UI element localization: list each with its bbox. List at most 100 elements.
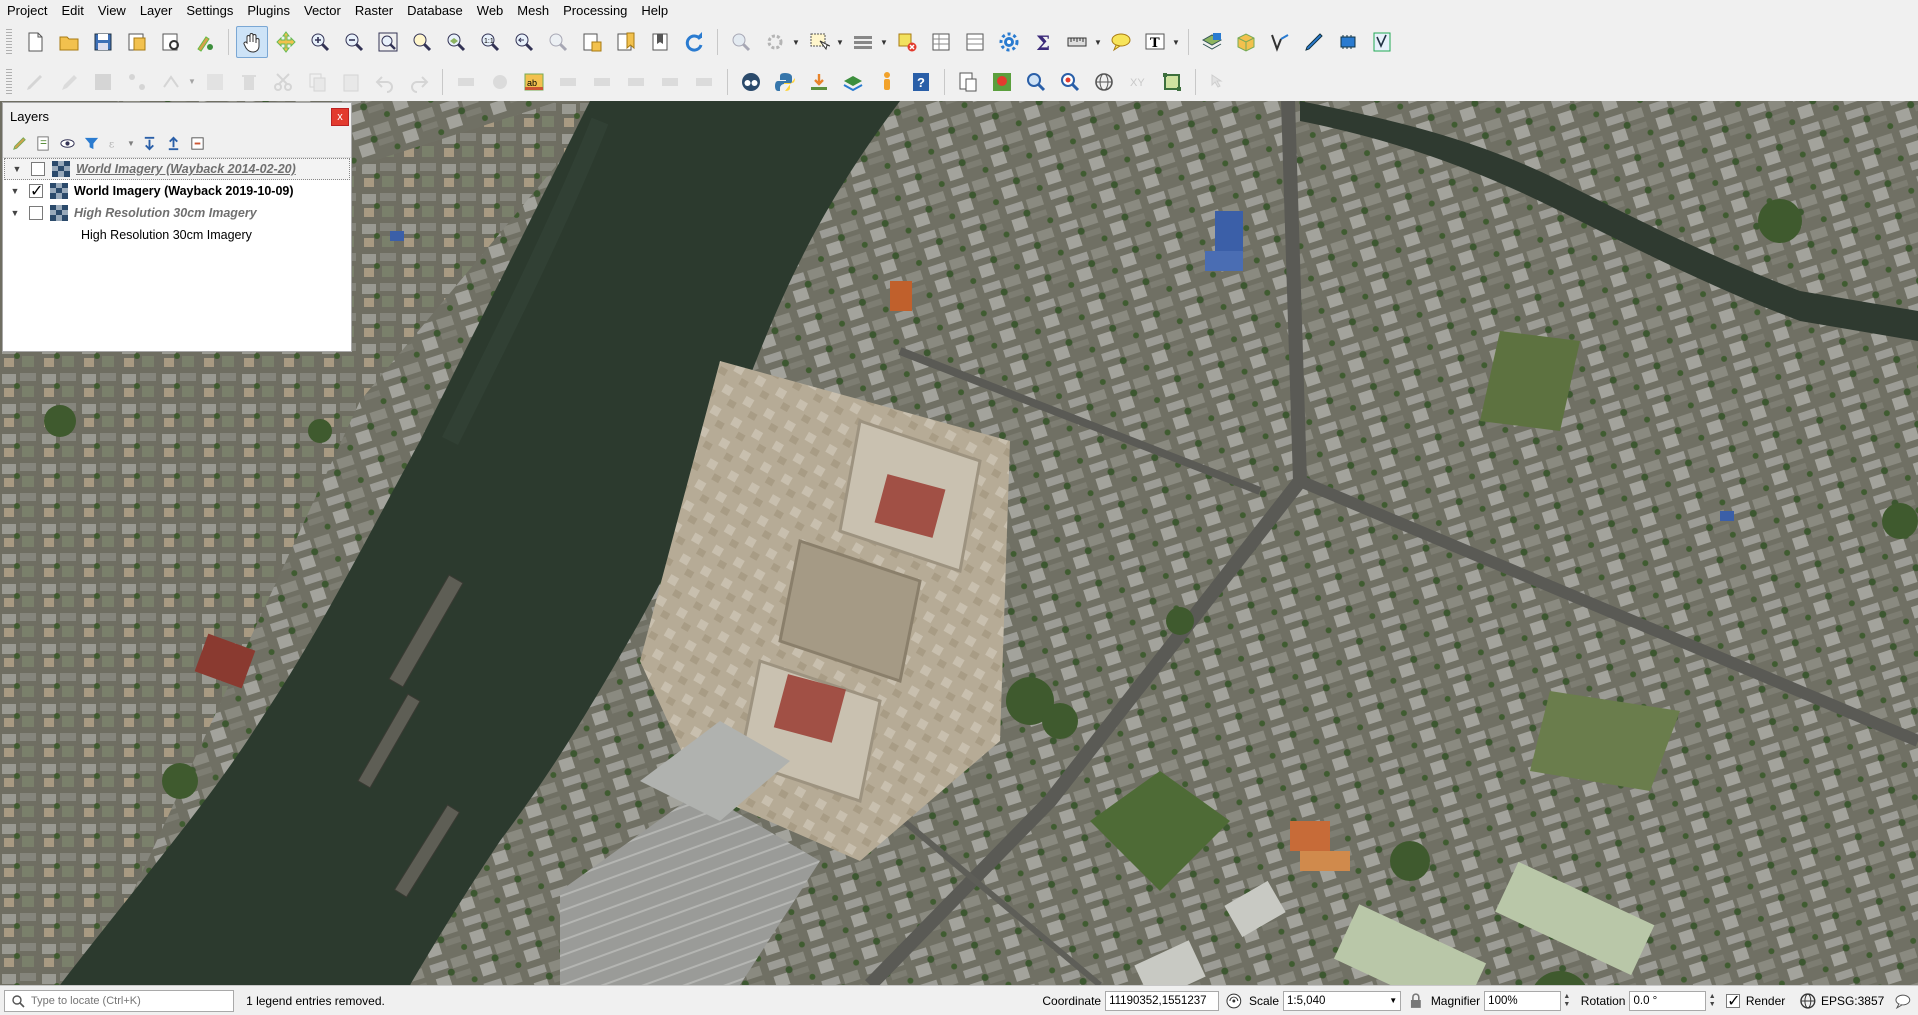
magnifier-field[interactable]: 100%	[1484, 990, 1561, 1011]
messages-icon[interactable]	[1894, 992, 1912, 1010]
select-by-value-button[interactable]	[847, 26, 879, 58]
copy-features-button[interactable]	[301, 66, 333, 98]
georef-tool-5-button[interactable]	[1088, 66, 1120, 98]
toolbox-button[interactable]	[993, 26, 1025, 58]
menu-settings[interactable]: Settings	[179, 0, 240, 22]
georef-tool-8-button[interactable]	[1203, 66, 1235, 98]
toolbar-grip[interactable]	[6, 68, 12, 95]
cut-features-button[interactable]	[267, 66, 299, 98]
expand-all-button[interactable]	[137, 132, 161, 154]
pan-to-selection-button[interactable]	[270, 26, 302, 58]
open-layer-styling-button[interactable]	[7, 132, 31, 154]
locator-bar[interactable]	[4, 989, 235, 1012]
georef-tool-7-button[interactable]	[1156, 66, 1188, 98]
globe-icon[interactable]	[1799, 992, 1817, 1010]
modify-attributes-button[interactable]	[199, 66, 231, 98]
identify-features-button[interactable]	[725, 26, 757, 58]
paste-features-button[interactable]	[335, 66, 367, 98]
refresh-button[interactable]	[678, 26, 710, 58]
layer-row-high-res[interactable]: ▼ High Resolution 30cm Imagery	[3, 202, 351, 224]
label-tool-1-button[interactable]	[450, 66, 482, 98]
scale-combobox[interactable]: 1:5,040 ▼	[1283, 990, 1402, 1011]
pan-map-button[interactable]	[236, 26, 268, 58]
expand-arrow-icon[interactable]: ▼	[7, 186, 23, 196]
open-project-button[interactable]	[53, 26, 85, 58]
layer-visibility-checkbox[interactable]	[29, 206, 43, 220]
manage-map-themes-button[interactable]	[55, 132, 79, 154]
rotation-spinner[interactable]: ▲ ▼	[1706, 991, 1718, 1011]
label-tool-2-button[interactable]	[484, 66, 516, 98]
expand-arrow-icon[interactable]: ▼	[7, 208, 23, 218]
plugin-button-5[interactable]	[1366, 26, 1398, 58]
menu-processing[interactable]: Processing	[556, 0, 634, 22]
help-button[interactable]: ?	[905, 66, 937, 98]
menu-web[interactable]: Web	[470, 0, 511, 22]
add-feature-button[interactable]	[121, 66, 153, 98]
magnifier-spinner[interactable]: ▲ ▼	[1561, 991, 1573, 1011]
move-label-button[interactable]	[620, 66, 652, 98]
collapse-all-button[interactable]	[161, 132, 185, 154]
menu-mesh[interactable]: Mesh	[510, 0, 556, 22]
georef-tool-6-button[interactable]: XY	[1122, 66, 1154, 98]
crs-button[interactable]: EPSG:3857	[1821, 994, 1884, 1008]
python-console-button[interactable]	[769, 66, 801, 98]
zoom-full-button[interactable]	[372, 26, 404, 58]
add-group-button[interactable]	[31, 132, 55, 154]
filter-by-expression-button[interactable]: ε	[103, 132, 127, 154]
new-bookmark-button[interactable]	[610, 26, 642, 58]
change-label-button[interactable]	[688, 66, 720, 98]
measure-line-button[interactable]	[1061, 26, 1093, 58]
chevron-down-icon[interactable]: ▼	[836, 27, 844, 57]
layer-row-wayback-2019[interactable]: ▼ World Imagery (Wayback 2019-10-09)	[3, 180, 351, 202]
chevron-down-icon[interactable]: ▼	[1172, 27, 1180, 57]
text-annotation-button[interactable]: T	[1139, 26, 1171, 58]
chevron-down-icon[interactable]: ▼	[880, 27, 888, 57]
save-edits-button[interactable]	[87, 66, 119, 98]
layer-visibility-checkbox[interactable]	[29, 181, 43, 201]
vertex-tool-button[interactable]	[155, 66, 187, 98]
coordinate-field[interactable]: 11190352,1551237	[1105, 990, 1220, 1011]
data-source-manager-button[interactable]	[1196, 26, 1228, 58]
georef-tool-4-button[interactable]	[1054, 66, 1086, 98]
menu-view[interactable]: View	[91, 0, 133, 22]
extents-toggle-icon[interactable]	[1225, 992, 1243, 1010]
lock-icon[interactable]	[1407, 992, 1425, 1010]
menu-plugins[interactable]: Plugins	[240, 0, 297, 22]
georef-tool-1-button[interactable]	[952, 66, 984, 98]
layout-manager-button[interactable]	[155, 26, 187, 58]
zoom-next-button[interactable]	[542, 26, 574, 58]
run-feature-action-button[interactable]	[759, 26, 791, 58]
plugin-button-4[interactable]	[1332, 26, 1364, 58]
zoom-in-button[interactable]	[304, 26, 336, 58]
layer-visibility-checkbox[interactable]	[31, 162, 45, 176]
show-labels-button[interactable]	[586, 66, 618, 98]
georef-tool-3-button[interactable]	[1020, 66, 1052, 98]
open-attribute-table-button[interactable]	[925, 26, 957, 58]
render-checkbox[interactable]	[1726, 991, 1740, 1011]
expand-arrow-icon[interactable]: ▼	[9, 164, 25, 174]
menu-raster[interactable]: Raster	[348, 0, 400, 22]
deselect-all-button[interactable]	[891, 26, 923, 58]
plugin-tool-a-button[interactable]	[803, 66, 835, 98]
menu-edit[interactable]: Edit	[54, 0, 90, 22]
toolbar-grip[interactable]	[6, 29, 12, 55]
rotate-label-button[interactable]	[654, 66, 686, 98]
show-bookmarks-button[interactable]	[644, 26, 676, 58]
menu-vector[interactable]: Vector	[297, 0, 348, 22]
save-project-button[interactable]	[87, 26, 119, 58]
chevron-down-icon[interactable]: ▼	[188, 67, 196, 97]
zoom-out-button[interactable]	[338, 26, 370, 58]
redo-button[interactable]	[403, 66, 435, 98]
layer-row-wayback-2014[interactable]: ▼ World Imagery (Wayback 2014-02-20)	[4, 158, 350, 180]
remove-layer-button[interactable]	[185, 132, 209, 154]
chevron-down-icon[interactable]: ▼	[1094, 27, 1102, 57]
new-map-view-button[interactable]	[576, 26, 608, 58]
new-print-layout-button[interactable]	[121, 26, 153, 58]
statistical-summary-button[interactable]: Σ	[1027, 26, 1059, 58]
zoom-native-button[interactable]: 1:1	[474, 26, 506, 58]
select-features-button[interactable]	[803, 26, 835, 58]
zoom-to-layer-button[interactable]	[440, 26, 472, 58]
chevron-down-icon[interactable]: ▼	[127, 132, 135, 154]
new-project-button[interactable]	[19, 26, 51, 58]
style-manager-button[interactable]	[189, 26, 221, 58]
